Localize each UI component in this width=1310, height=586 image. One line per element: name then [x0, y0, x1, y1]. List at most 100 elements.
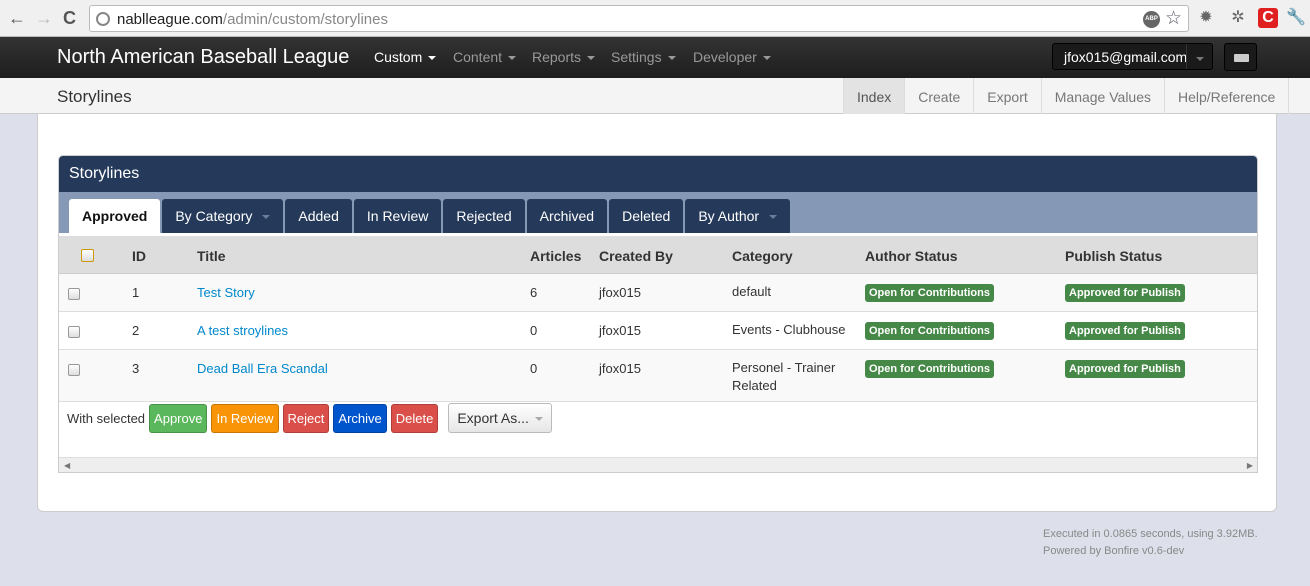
tab-archived[interactable]: Archived	[526, 199, 608, 233]
header-articles[interactable]: Articles	[530, 248, 581, 264]
cell-id: 2	[132, 323, 140, 338]
caret-down-icon	[508, 56, 517, 61]
caret-down-icon	[534, 417, 543, 422]
table-row: 3 Dead Ball Era Scandal 0 jfox015 Person…	[59, 350, 1257, 402]
cell-category: Events - Clubhouse	[732, 322, 846, 337]
subnav-index[interactable]: Index	[844, 78, 906, 114]
publish-status-badge: Approved for Publish	[1065, 360, 1185, 378]
caret-down-icon	[769, 215, 778, 220]
bulk-actions: With selected Approve In Review Reject A…	[67, 403, 552, 433]
menu-reports[interactable]: Reports	[532, 49, 596, 65]
cell-articles: 6	[530, 285, 538, 300]
table-row: 2 A test stroylines 0 jfox015 Events - C…	[59, 312, 1257, 350]
keyboard-shortcuts-button[interactable]	[1224, 43, 1257, 71]
header-author-status[interactable]: Author Status	[865, 248, 958, 264]
gear-extension-icon[interactable]: ✹	[1196, 8, 1216, 28]
brand[interactable]: North American Baseball League	[57, 46, 349, 69]
panel-title: Storylines	[59, 156, 1257, 192]
bug-extension-icon[interactable]: ✲	[1228, 8, 1248, 28]
author-status-badge: Open for Contributions	[865, 360, 994, 378]
sub-navbar: Storylines Index Create Export Manage Va…	[0, 78, 1310, 114]
browser-toolbar: ← → C nablleague.com/admin/custom/storyl…	[0, 0, 1310, 37]
scroll-left-icon[interactable]: ◀	[64, 461, 70, 470]
archive-button[interactable]: Archive	[333, 403, 387, 433]
globe-icon	[96, 12, 110, 26]
subnav-export[interactable]: Export	[974, 78, 1042, 114]
export-as-dropdown[interactable]: Export As...	[448, 403, 552, 433]
cell-created-by: jfox015	[599, 361, 641, 376]
top-navbar: North American Baseball League Custom Co…	[0, 37, 1310, 78]
row-checkbox[interactable]	[68, 326, 80, 338]
caret-down-icon	[762, 56, 771, 61]
keyboard-icon	[1234, 54, 1249, 62]
storyline-title-link[interactable]: Test Story	[197, 285, 255, 300]
c-extension-icon[interactable]: C	[1258, 8, 1278, 28]
header-publish-status[interactable]: Publish Status	[1065, 248, 1162, 264]
user-dropdown-toggle[interactable]	[1186, 44, 1212, 69]
table-header: ID Title Articles Created By Category Au…	[59, 236, 1257, 274]
caret-down-icon	[428, 56, 437, 61]
cell-category: default	[732, 284, 772, 299]
tab-added[interactable]: Added	[285, 199, 352, 233]
caret-down-icon	[262, 215, 271, 220]
table-row: 1 Test Story 6 jfox015 default Open for …	[59, 274, 1257, 312]
cell-id: 1	[132, 285, 140, 300]
cell-id: 3	[132, 361, 140, 376]
powered-by: Powered by Bonfire v0.6-dev	[1043, 545, 1185, 557]
subnav-create[interactable]: Create	[905, 78, 975, 114]
reject-button[interactable]: Reject	[282, 403, 330, 433]
author-status-badge: Open for Contributions	[865, 284, 994, 302]
user-menu-button[interactable]: jfox015@gmail.com	[1052, 43, 1213, 70]
page-title: Storylines	[57, 87, 132, 106]
address-bar[interactable]: nablleague.com/admin/custom/storylines A…	[89, 5, 1189, 32]
storyline-title-link[interactable]: Dead Ball Era Scandal	[197, 361, 328, 376]
storyline-title-link[interactable]: A test stroylines	[197, 323, 288, 338]
header-id[interactable]: ID	[132, 248, 146, 264]
tab-deleted[interactable]: Deleted	[609, 199, 684, 233]
in-review-button[interactable]: In Review	[211, 403, 279, 433]
menu-custom[interactable]: Custom	[374, 49, 437, 65]
tab-rejected[interactable]: Rejected	[443, 199, 525, 233]
scroll-right-icon[interactable]: ▶	[1247, 461, 1253, 470]
url-text: nablleague.com/admin/custom/storylines	[117, 11, 388, 28]
select-all-checkbox[interactable]	[81, 249, 94, 262]
footer: Executed in 0.0865 seconds, using 3.92MB…	[1043, 526, 1258, 560]
cell-created-by: jfox015	[599, 323, 641, 338]
reload-icon[interactable]: C	[63, 8, 76, 29]
delete-button[interactable]: Delete	[390, 403, 439, 433]
status-tabs: Approved By Category Added In Review Rej…	[59, 192, 1257, 233]
subnav-help[interactable]: Help/Reference	[1165, 78, 1290, 114]
approve-button[interactable]: Approve	[149, 403, 208, 433]
tab-by-author[interactable]: By Author	[685, 199, 791, 233]
bookmark-star-icon[interactable]: ☆	[1165, 7, 1182, 30]
tab-in-review[interactable]: In Review	[353, 199, 442, 233]
header-created-by[interactable]: Created By	[599, 248, 673, 264]
with-selected-label: With selected	[67, 410, 146, 426]
menu-settings[interactable]: Settings	[611, 49, 676, 65]
header-title[interactable]: Title	[197, 248, 226, 264]
menu-developer[interactable]: Developer	[693, 49, 771, 65]
cell-created-by: jfox015	[599, 285, 641, 300]
publish-status-badge: Approved for Publish	[1065, 284, 1185, 302]
adblock-icon[interactable]: ABP	[1143, 11, 1160, 28]
horizontal-scrollbar[interactable]: ◀ ▶	[59, 457, 1257, 472]
wrench-icon[interactable]: 🔧	[1286, 8, 1306, 28]
cell-category: Personel - Trainer Related	[732, 360, 836, 393]
subnav-manage-values[interactable]: Manage Values	[1042, 78, 1165, 114]
caret-down-icon	[587, 56, 596, 61]
storylines-panel: Storylines Approved By Category Added In…	[58, 155, 1258, 473]
tab-approved[interactable]: Approved	[69, 199, 161, 233]
tab-by-category[interactable]: By Category	[162, 199, 284, 233]
menu-content[interactable]: Content	[453, 49, 517, 65]
header-category[interactable]: Category	[732, 248, 793, 264]
publish-status-badge: Approved for Publish	[1065, 322, 1185, 340]
cell-articles: 0	[530, 323, 538, 338]
row-checkbox[interactable]	[68, 364, 80, 376]
execution-stats: Executed in 0.0865 seconds, using 3.92MB…	[1043, 528, 1258, 540]
forward-icon[interactable]: →	[35, 8, 53, 29]
author-status-badge: Open for Contributions	[865, 322, 994, 340]
caret-down-icon	[667, 56, 676, 61]
caret-down-icon	[1195, 57, 1204, 62]
row-checkbox[interactable]	[68, 288, 80, 300]
back-icon[interactable]: ←	[8, 8, 26, 29]
